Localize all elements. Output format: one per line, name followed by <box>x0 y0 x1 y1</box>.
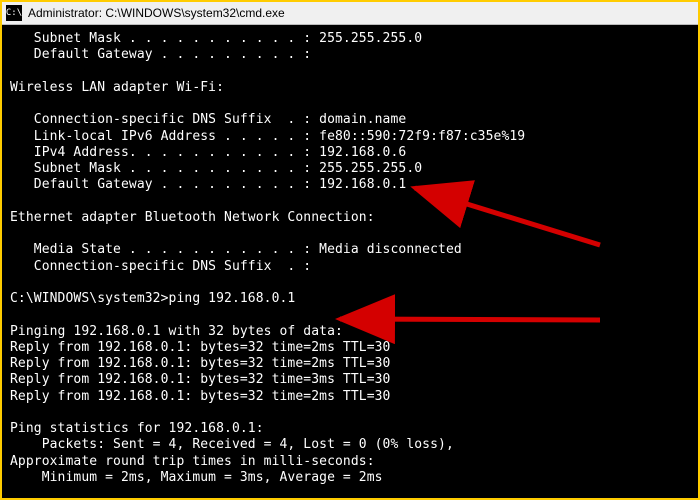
terminal-line <box>10 226 690 242</box>
terminal-line: IPv4 Address. . . . . . . . . . . : 192.… <box>10 145 690 161</box>
terminal-output[interactable]: Subnet Mask . . . . . . . . . . . : 255.… <box>2 25 698 494</box>
terminal-line <box>10 194 690 210</box>
terminal-line: Reply from 192.168.0.1: bytes=32 time=2m… <box>10 389 690 405</box>
terminal-line <box>10 405 690 421</box>
terminal-line: Connection-specific DNS Suffix . : domai… <box>10 112 690 128</box>
terminal-line: C:\WINDOWS\system32>ping 192.168.0.1 <box>10 291 690 307</box>
terminal-line: Subnet Mask . . . . . . . . . . . : 255.… <box>10 161 690 177</box>
titlebar[interactable]: C:\ Administrator: C:\WINDOWS\system32\c… <box>2 2 698 25</box>
terminal-line: Media State . . . . . . . . . . . : Medi… <box>10 242 690 258</box>
terminal-line: Subnet Mask . . . . . . . . . . . : 255.… <box>10 31 690 47</box>
terminal-line: Reply from 192.168.0.1: bytes=32 time=2m… <box>10 340 690 356</box>
terminal-line: Link-local IPv6 Address . . . . . : fe80… <box>10 129 690 145</box>
cmd-icon: C:\ <box>6 5 22 21</box>
terminal-line: Default Gateway . . . . . . . . . : <box>10 47 690 63</box>
terminal-line: Packets: Sent = 4, Received = 4, Lost = … <box>10 437 690 453</box>
terminal-line <box>10 96 690 112</box>
cmd-window: C:\ Administrator: C:\WINDOWS\system32\c… <box>0 0 700 500</box>
terminal-line <box>10 307 690 323</box>
terminal-line: Pinging 192.168.0.1 with 32 bytes of dat… <box>10 324 690 340</box>
terminal-line: Ethernet adapter Bluetooth Network Conne… <box>10 210 690 226</box>
terminal-line: Approximate round trip times in milli-se… <box>10 454 690 470</box>
terminal-line: Reply from 192.168.0.1: bytes=32 time=3m… <box>10 372 690 388</box>
terminal-line: Wireless LAN adapter Wi-Fi: <box>10 80 690 96</box>
terminal-line: Minimum = 2ms, Maximum = 3ms, Average = … <box>10 470 690 486</box>
window-title: Administrator: C:\WINDOWS\system32\cmd.e… <box>28 6 285 20</box>
terminal-line: Ping statistics for 192.168.0.1: <box>10 421 690 437</box>
terminal-line: Connection-specific DNS Suffix . : <box>10 259 690 275</box>
terminal-line <box>10 64 690 80</box>
terminal-line: Default Gateway . . . . . . . . . : 192.… <box>10 177 690 193</box>
terminal-line: Reply from 192.168.0.1: bytes=32 time=2m… <box>10 356 690 372</box>
terminal-line <box>10 275 690 291</box>
